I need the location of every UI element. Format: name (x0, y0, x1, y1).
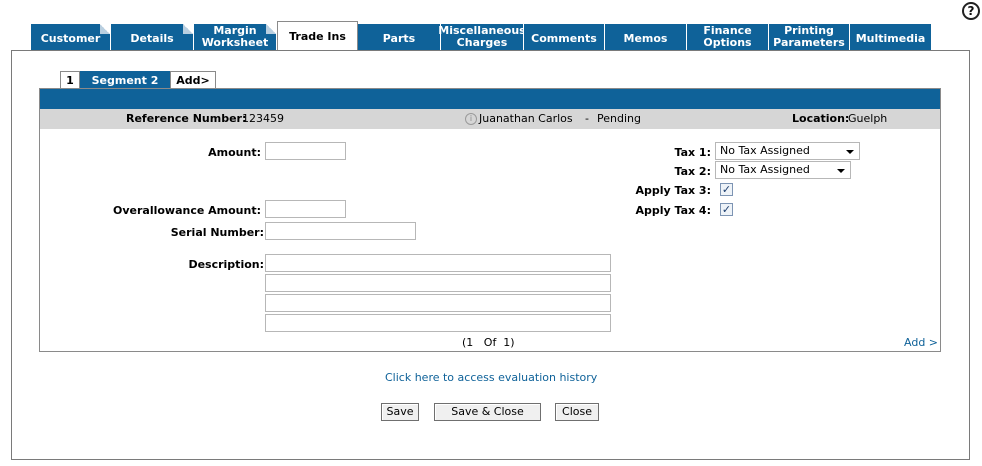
tab-miscellaneous-charges-label: Miscellaneous Charges (438, 24, 526, 49)
description-line-1[interactable] (265, 254, 611, 272)
tab-parts-label: Parts (382, 31, 416, 45)
description-line-2[interactable] (265, 274, 611, 292)
segment-tab-1[interactable]: 1 (60, 71, 80, 89)
tab-finance-options[interactable]: Finance Options (687, 24, 769, 51)
help-icon[interactable]: ? (962, 2, 980, 20)
segment-header-bar (40, 89, 940, 109)
name-status-separator: - (585, 112, 589, 125)
tab-details-label: Details (130, 31, 174, 45)
add-segment-tab[interactable]: Add> (170, 71, 216, 89)
tab-multimedia-label: Multimedia (855, 31, 926, 45)
tab-comments[interactable]: Comments (524, 24, 605, 51)
close-button[interactable]: Close (555, 403, 599, 421)
tab-miscellaneous-charges[interactable]: Miscellaneous Charges (438, 24, 526, 51)
tab-corner-icon (266, 24, 276, 34)
tab-margin-worksheet[interactable]: Margin Worksheet (194, 24, 277, 51)
serial-number-input[interactable] (265, 222, 416, 240)
info-bar: Reference Number: 123459 i Juanathan Car… (40, 109, 940, 129)
overallowance-amount-label: Overallowance Amount: (112, 204, 261, 217)
tab-corner-icon (183, 24, 193, 34)
tab-parts[interactable]: Parts (358, 24, 441, 51)
serial-number-label: Serial Number: (170, 226, 264, 239)
info-icon[interactable]: i (465, 113, 477, 125)
tab-printing-parameters-label: Printing Parameters (773, 24, 845, 49)
description-line-3[interactable] (265, 294, 611, 312)
tab-details[interactable]: Details (111, 24, 194, 51)
amount-input[interactable] (265, 142, 346, 160)
tab-trade-ins-label: Trade Ins (289, 30, 346, 43)
tax-1-select[interactable]: No Tax Assigned (715, 142, 860, 160)
tab-corner-icon (100, 24, 110, 34)
pager-text: (1 Of 1) (462, 336, 515, 349)
apply-tax-3-checkbox[interactable]: ✓ (720, 183, 733, 196)
tab-customer-label: Customer (40, 31, 101, 45)
overallowance-amount-input[interactable] (265, 200, 346, 218)
deal-status: Pending (597, 112, 641, 125)
apply-tax-3-label: Apply Tax 3: (635, 184, 711, 197)
save-and-close-button[interactable]: Save & Close (434, 403, 541, 421)
tax-1-label: Tax 1: (674, 146, 712, 159)
tab-memos-label: Memos (623, 31, 668, 45)
tab-multimedia[interactable]: Multimedia (850, 24, 932, 51)
reference-number-value: 123459 (242, 112, 284, 125)
apply-tax-4-checkbox[interactable]: ✓ (720, 203, 733, 216)
apply-tax-4-label: Apply Tax 4: (635, 204, 711, 217)
location-label: Location: (792, 112, 850, 125)
tab-customer[interactable]: Customer (31, 24, 111, 51)
tab-comments-label: Comments (531, 31, 597, 45)
tab-trade-ins[interactable]: Trade Ins (277, 21, 358, 52)
segment-panel: Reference Number: 123459 i Juanathan Car… (39, 88, 941, 352)
segment-tab-2[interactable]: Segment 2 (80, 71, 170, 89)
reference-number-label: Reference Number: (126, 112, 247, 125)
tax-2-label: Tax 2: (674, 165, 712, 178)
amount-label: Amount: (208, 146, 261, 159)
tab-margin-worksheet-label: Margin Worksheet (201, 24, 269, 49)
tab-memos[interactable]: Memos (605, 24, 687, 51)
evaluation-history-link[interactable]: Click here to access evaluation history (385, 371, 597, 384)
tab-finance-options-label: Finance Options (703, 24, 752, 49)
description-label: Description: (188, 258, 264, 271)
tax-2-select[interactable]: No Tax Assigned (715, 161, 851, 179)
tax-2-selected-value: No Tax Assigned (720, 163, 810, 176)
tab-printing-parameters[interactable]: Printing Parameters (769, 24, 850, 51)
chevron-down-icon (846, 150, 854, 154)
location-value: Guelph (848, 112, 888, 125)
description-line-4[interactable] (265, 314, 611, 332)
chevron-down-icon (837, 169, 845, 173)
tax-1-selected-value: No Tax Assigned (720, 144, 810, 157)
save-button[interactable]: Save (381, 403, 419, 421)
customer-name: Juanathan Carlos (479, 112, 573, 125)
add-trade-in-link[interactable]: Add > (904, 336, 938, 349)
